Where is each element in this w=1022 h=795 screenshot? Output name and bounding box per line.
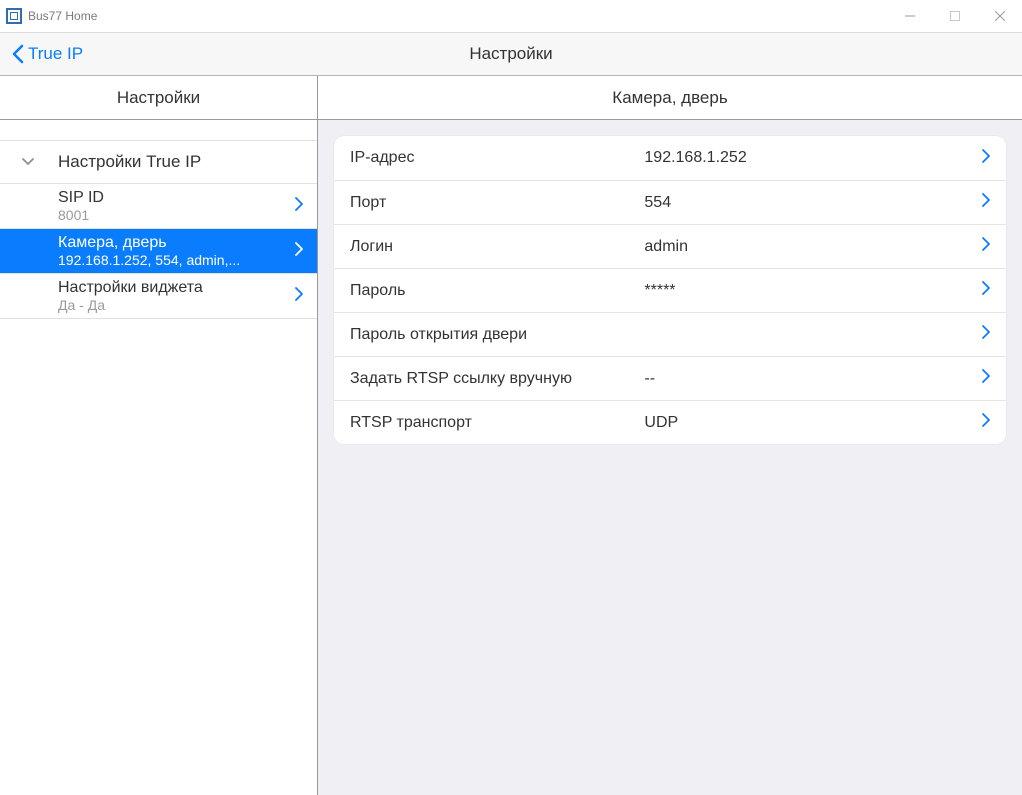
nav-header: True IP Настройки	[0, 32, 1022, 76]
row-value: 554	[644, 194, 972, 212]
close-button[interactable]	[977, 0, 1022, 32]
sidebar-item-sub: Да - Да	[58, 297, 289, 313]
chevron-right-icon	[982, 149, 990, 168]
settings-card: IP-адрес 192.168.1.252 Порт 554 Логин ad…	[334, 136, 1006, 444]
sidebar-item-sub: 8001	[58, 207, 289, 223]
sidebar-item-widget-settings[interactable]: Настройки виджета Да - Да	[0, 274, 317, 319]
row-label: RTSP транспорт	[350, 414, 644, 432]
row-value: 192.168.1.252	[644, 149, 972, 167]
row-rtsp-manual[interactable]: Задать RTSP ссылку вручную --	[334, 356, 1006, 400]
row-port[interactable]: Порт 554	[334, 180, 1006, 224]
row-value: *****	[644, 282, 972, 300]
sidebar-group-header[interactable]: Настройки True IP	[0, 140, 317, 184]
content-header: Камера, дверь	[318, 76, 1022, 120]
content-pane: Камера, дверь IP-адрес 192.168.1.252 Пор…	[318, 76, 1022, 795]
sidebar-item-label: Настройки виджета	[58, 279, 289, 297]
minimize-button[interactable]	[887, 0, 932, 32]
chevron-right-icon	[982, 193, 990, 212]
row-value: --	[644, 370, 972, 388]
sidebar-item-sub: 192.168.1.252, 554, admin,...	[58, 252, 289, 268]
chevron-left-icon	[12, 44, 24, 64]
chevron-down-icon	[20, 158, 36, 166]
sidebar: Настройки Настройки True IP SIP ID 8001 …	[0, 76, 318, 795]
chevron-right-icon	[982, 237, 990, 256]
row-label: IP-адрес	[350, 149, 644, 167]
sidebar-item-label: Камера, дверь	[58, 234, 289, 252]
row-label: Пароль открытия двери	[350, 326, 644, 344]
row-label: Порт	[350, 194, 644, 212]
chevron-right-icon	[295, 197, 303, 215]
chevron-right-icon	[295, 242, 303, 260]
row-value: UDP	[644, 414, 972, 432]
sidebar-item-camera-door[interactable]: Камера, дверь 192.168.1.252, 554, admin,…	[0, 229, 317, 274]
window-title: Bus77 Home	[28, 9, 97, 23]
row-value: admin	[644, 238, 972, 256]
chevron-right-icon	[982, 413, 990, 432]
sidebar-item-label: SIP ID	[58, 189, 289, 207]
nav-title: Настройки	[0, 44, 1022, 64]
chevron-right-icon	[982, 325, 990, 344]
row-rtsp-transport[interactable]: RTSP транспорт UDP	[334, 400, 1006, 444]
row-label: Задать RTSP ссылку вручную	[350, 370, 644, 388]
row-label: Логин	[350, 238, 644, 256]
row-label: Пароль	[350, 282, 644, 300]
chevron-right-icon	[295, 287, 303, 305]
row-door-password[interactable]: Пароль открытия двери	[334, 312, 1006, 356]
back-label: True IP	[28, 44, 83, 64]
sidebar-header: Настройки	[0, 76, 317, 120]
maximize-button[interactable]	[932, 0, 977, 32]
sidebar-item-sip-id[interactable]: SIP ID 8001	[0, 184, 317, 229]
row-ip-address[interactable]: IP-адрес 192.168.1.252	[334, 136, 1006, 180]
chevron-right-icon	[982, 281, 990, 300]
sidebar-group-title: Настройки True IP	[58, 152, 201, 172]
back-button[interactable]: True IP	[0, 44, 83, 64]
window-titlebar: Bus77 Home	[0, 0, 1022, 32]
chevron-right-icon	[982, 369, 990, 388]
app-icon	[6, 8, 22, 24]
row-password[interactable]: Пароль *****	[334, 268, 1006, 312]
row-login[interactable]: Логин admin	[334, 224, 1006, 268]
window-controls	[887, 0, 1022, 32]
